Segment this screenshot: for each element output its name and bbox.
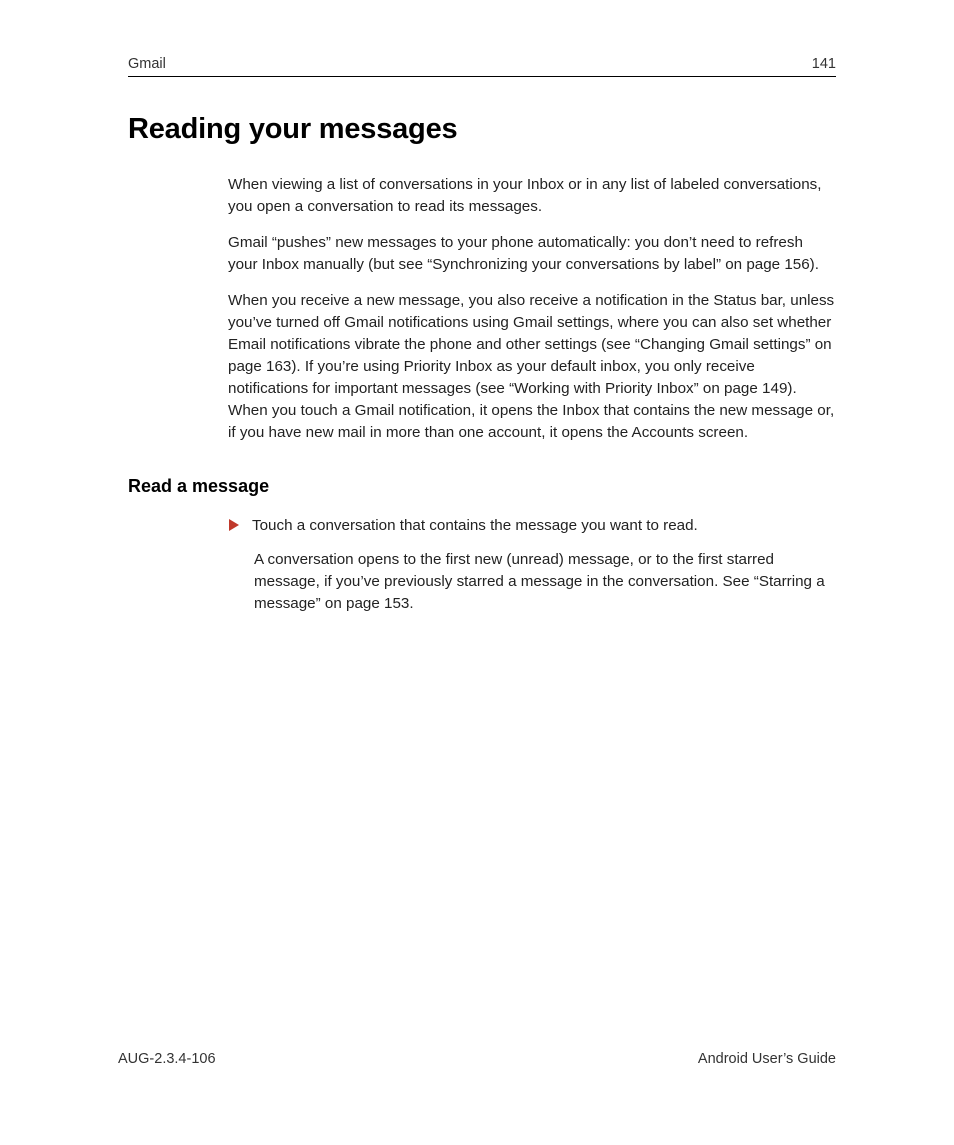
document-page: Gmail 141 Reading your messages When vie… <box>0 0 954 1145</box>
instruction-block: Touch a conversation that contains the m… <box>228 515 836 537</box>
header-section: Gmail <box>128 56 166 72</box>
section-heading: Read a message <box>128 476 836 497</box>
header-page-number: 141 <box>812 56 836 72</box>
instruction-item: Touch a conversation that contains the m… <box>228 515 836 537</box>
footer-guide-name: Android User’s Guide <box>698 1051 836 1067</box>
paragraph: When viewing a list of conversations in … <box>228 174 836 218</box>
instruction-text: Touch a conversation that contains the m… <box>252 515 698 537</box>
footer-doc-id: AUG-2.3.4-106 <box>118 1051 216 1067</box>
page-title: Reading your messages <box>128 113 836 146</box>
running-footer: AUG-2.3.4-106 Android User’s Guide <box>118 1051 836 1067</box>
paragraph: When you receive a new message, you also… <box>228 290 836 444</box>
triangle-bullet-icon <box>228 518 240 537</box>
instruction-follow-text: A conversation opens to the first new (u… <box>254 549 836 615</box>
paragraph: Gmail “pushes” new messages to your phon… <box>228 232 836 276</box>
running-header: Gmail 141 <box>128 56 836 77</box>
intro-paragraphs: When viewing a list of conversations in … <box>228 174 836 444</box>
